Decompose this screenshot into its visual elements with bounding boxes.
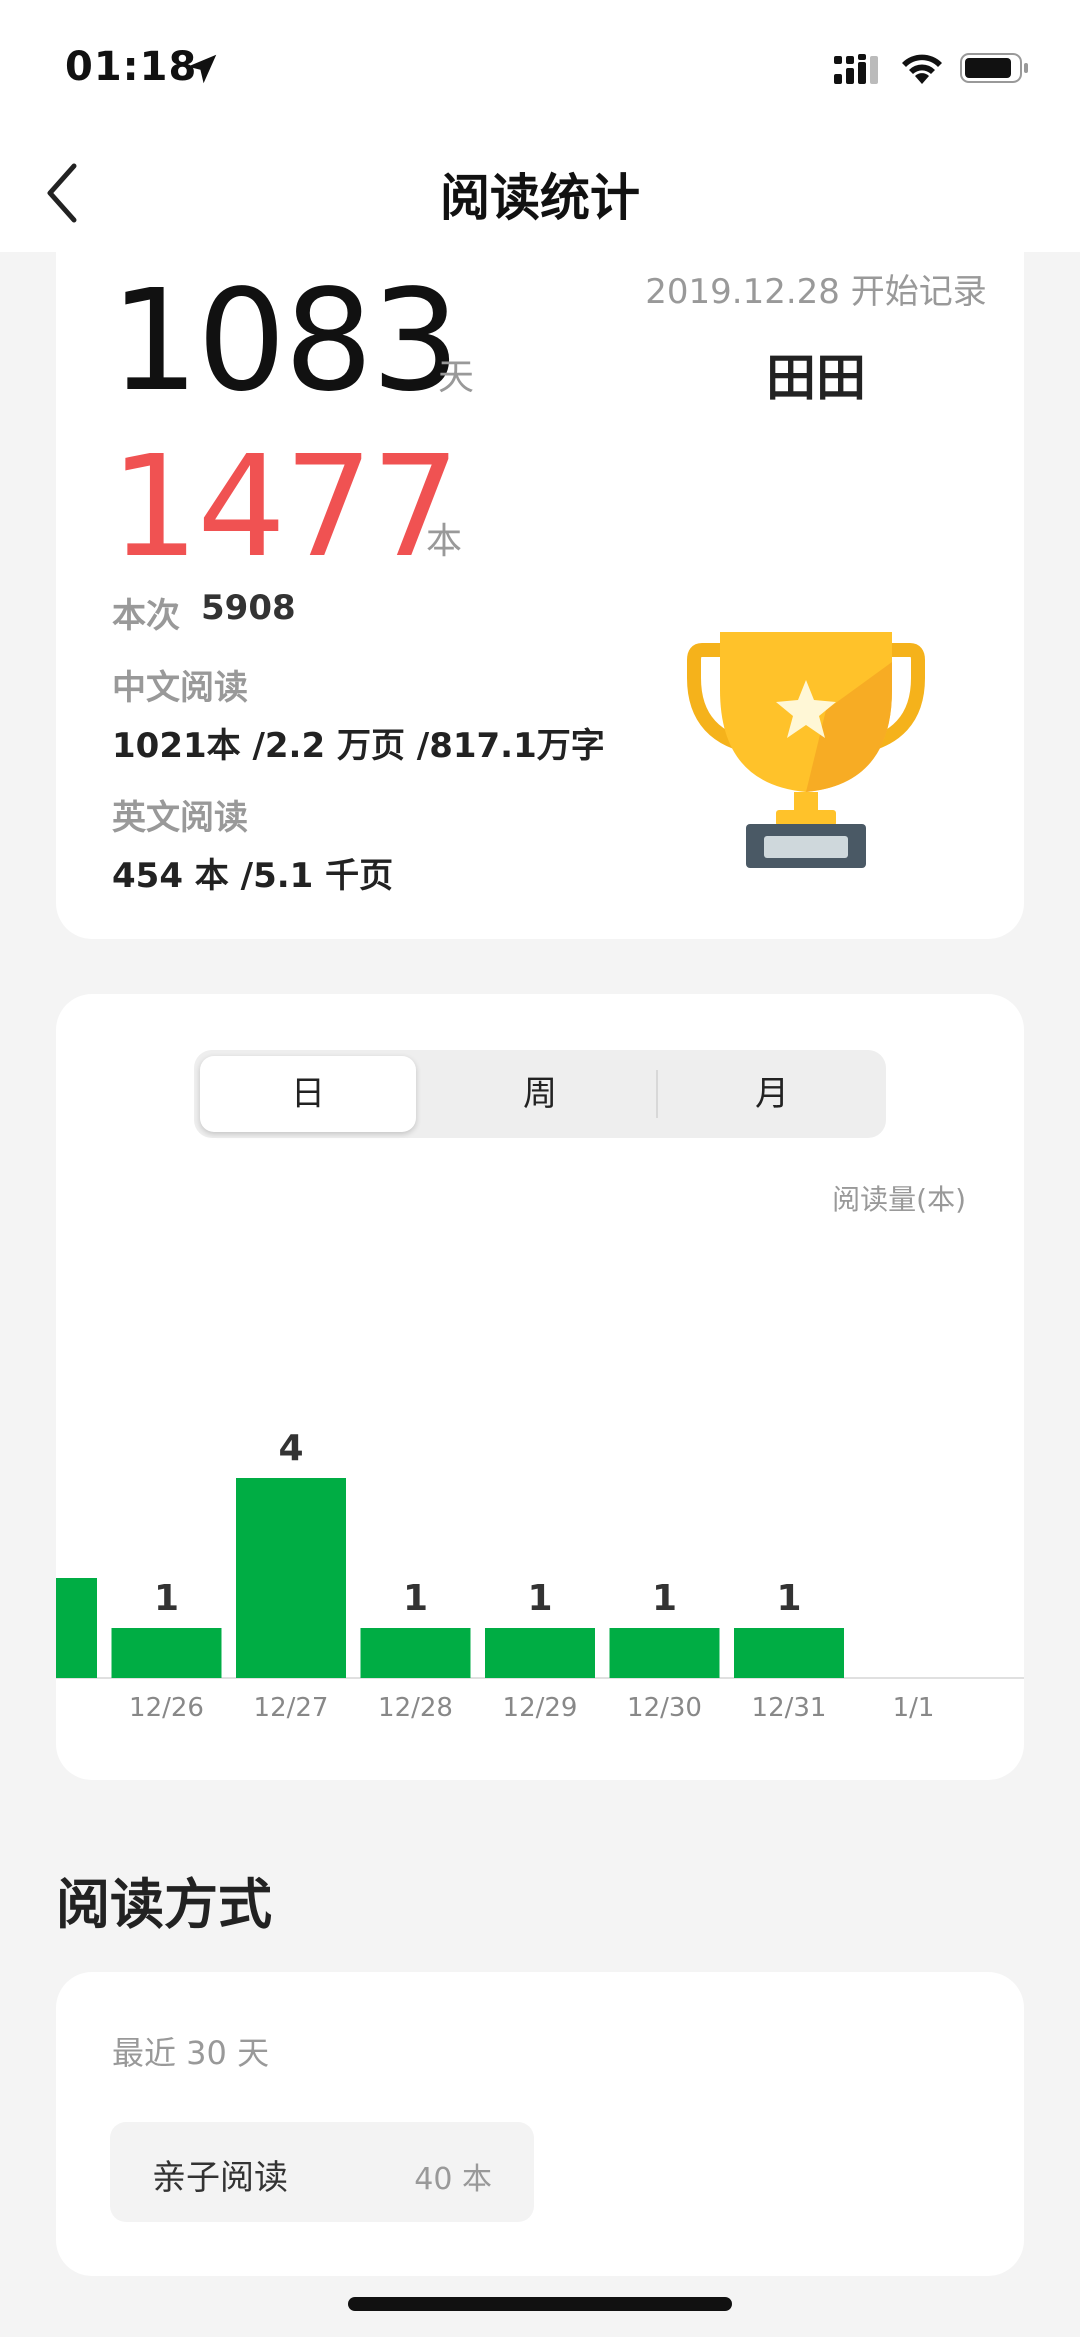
bar-value-label: 1	[403, 1578, 428, 1619]
page-title: 阅读统计	[440, 169, 640, 227]
status-time: 01:18	[65, 44, 198, 90]
home-indicator	[348, 2297, 732, 2311]
reading-chart-card: 日 周 月 阅读量(本) 5112/26412/27112/28112/2911…	[56, 994, 1024, 1780]
summary-card: 1083 天 1477 本 2019.12.28 开始记录 田田 本次 5908…	[56, 230, 1024, 939]
trophy-icon	[687, 632, 925, 868]
bar-value-label: 1	[776, 1578, 801, 1619]
bar-value-label: 1	[527, 1578, 552, 1619]
x-tick-label: 12/29	[503, 1693, 578, 1723]
reading-method-card: 最近 30 天 亲子阅读 40 本	[56, 1972, 1024, 2276]
total-days-value: 1083	[110, 260, 460, 423]
reading-method-title: 阅读方式	[56, 1873, 272, 1936]
chinese-reading-label: 中文阅读	[112, 668, 248, 708]
x-tick-label: 12/30	[627, 1693, 702, 1723]
user-name: 田田	[766, 349, 866, 407]
books-unit: 本	[426, 521, 463, 562]
x-tick-label: 1/1	[893, 1693, 935, 1723]
x-tick-label: 12/26	[129, 1693, 204, 1723]
method-item-label: 亲子阅读	[152, 2158, 288, 2198]
chart-bar-12-29[interactable]	[485, 1628, 595, 1678]
total-books-value: 1477	[110, 426, 460, 589]
chart-bar-12-25[interactable]	[56, 1578, 97, 1678]
session-value: 5908	[201, 588, 296, 628]
cellular-signal-icon	[834, 54, 878, 84]
english-reading-value: 454 本 /5.1 千页	[112, 856, 394, 896]
session-label: 本次	[112, 596, 180, 636]
chinese-reading-value: 1021本 /2.2 万页 /817.1万字	[112, 726, 605, 766]
record-start-date: 2019.12.28 开始记录	[645, 272, 987, 312]
chart-bar-12-28[interactable]	[360, 1628, 471, 1678]
x-tick-label: 12/27	[254, 1693, 329, 1723]
method-item-parent-child[interactable]: 亲子阅读 40 本	[110, 2122, 534, 2222]
bar-value-label: 1	[154, 1578, 179, 1619]
bar-value-label: 1	[652, 1578, 677, 1619]
method-item-count: 40 本	[414, 2162, 492, 2197]
chart-bar-12-27[interactable]	[236, 1478, 346, 1678]
location-arrow-icon	[187, 54, 217, 84]
wifi-icon	[902, 54, 942, 84]
period-label: 最近 30 天	[112, 2034, 270, 2072]
x-tick-label: 5	[56, 1693, 58, 1723]
status-bar: 01:18	[0, 0, 1080, 130]
chart-bar-12-26[interactable]	[111, 1628, 222, 1678]
battery-icon	[960, 53, 1028, 83]
english-reading-label: 英文阅读	[112, 798, 248, 838]
chart-bar-12-31[interactable]	[734, 1628, 844, 1678]
x-tick-label: 12/31	[752, 1693, 827, 1723]
chart-bar-12-30[interactable]	[609, 1628, 720, 1678]
days-unit: 天	[438, 357, 475, 398]
bar-value-label: 4	[278, 1428, 303, 1469]
reading-bar-chart[interactable]: 5 1 12/26 4 12/27 1 12/28 1 12/29 1 12/30 1 12/31 1/1	[56, 994, 1024, 1780]
x-tick-label: 12/28	[378, 1693, 453, 1723]
